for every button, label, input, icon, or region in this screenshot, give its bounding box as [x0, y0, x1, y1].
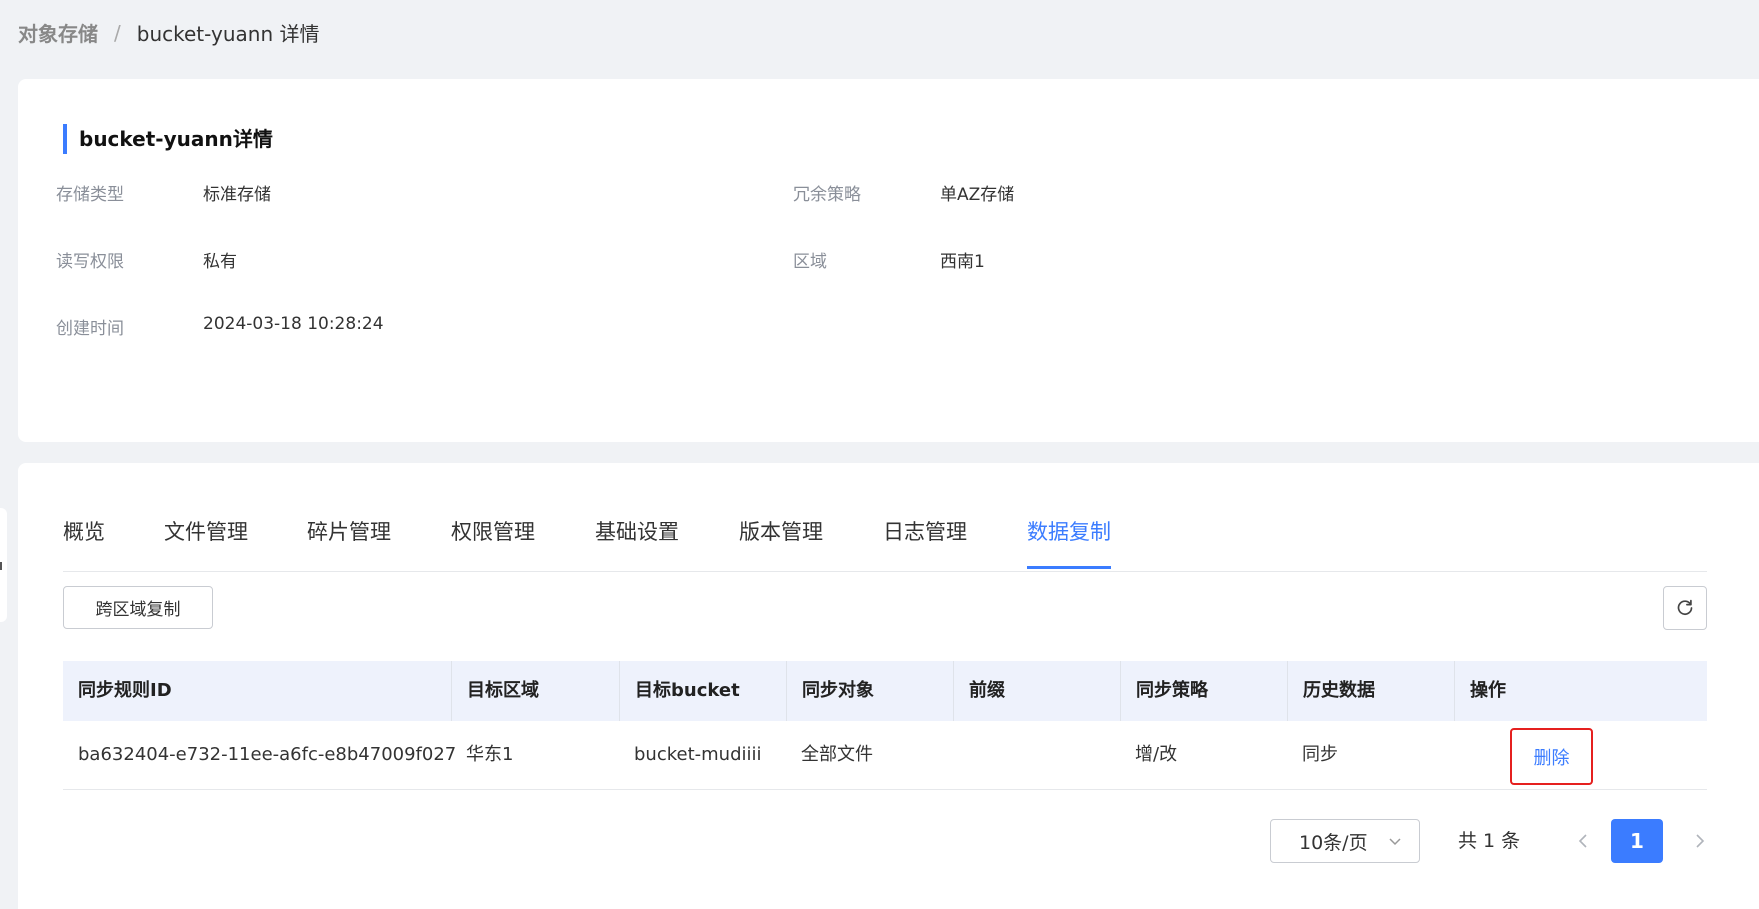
- cell-history-data: 同步: [1302, 744, 1338, 765]
- breadcrumb-object-storage-link[interactable]: 对象存储: [18, 18, 98, 47]
- tab-data-replication[interactable]: 数据复制: [1027, 517, 1111, 569]
- created-time-value: 2024-03-18 10:28:24: [203, 314, 384, 334]
- side-collapse-handle[interactable]: [0, 508, 7, 622]
- page-number-current[interactable]: 1: [1611, 819, 1663, 863]
- col-target-bucket: 目标bucket: [619, 661, 786, 721]
- replication-rules-table: 同步规则ID 目标区域 目标bucket 同步对象 前缀 同步策略 历史数据 操…: [63, 661, 1707, 790]
- redundancy-value: 单AZ存储: [940, 185, 1015, 205]
- region-value: 西南1: [940, 252, 985, 272]
- cell-sync-policy: 增/改: [1135, 744, 1178, 765]
- acl-label: 读写权限: [56, 252, 124, 272]
- cell-prefix: [953, 721, 968, 789]
- tab-overview[interactable]: 概览: [63, 517, 105, 569]
- cell-target-bucket: bucket-mudiiii: [634, 744, 762, 765]
- col-actions: 操作: [1454, 661, 1707, 721]
- acl-value: 私有: [203, 252, 237, 272]
- tab-file-management[interactable]: 文件管理: [164, 517, 248, 569]
- page-size-select[interactable]: 10条/页: [1270, 819, 1420, 863]
- prev-page-icon[interactable]: [1573, 831, 1593, 851]
- bucket-detail-card: bucket-yuann详情 存储类型 标准存储 冗余策略 单AZ存储 读写权限…: [18, 79, 1759, 442]
- tab-version-management[interactable]: 版本管理: [739, 517, 823, 569]
- replication-card: 概览 文件管理 碎片管理 权限管理 基础设置 版本管理 日志管理 数据复制 跨区…: [18, 463, 1759, 909]
- col-target-region: 目标区域: [451, 661, 619, 721]
- redundancy-label: 冗余策略: [793, 185, 861, 205]
- total-count: 共 1 条: [1458, 830, 1521, 852]
- table-row: ba632404-e732-11ee-a6fc-e8b47009f027 华东1…: [63, 721, 1707, 790]
- next-page-icon[interactable]: [1690, 831, 1710, 851]
- breadcrumb-separator: /: [114, 20, 121, 45]
- breadcrumb: 对象存储 / bucket-yuann 详情: [18, 18, 319, 47]
- region-label: 区域: [793, 252, 827, 272]
- col-history-data: 历史数据: [1287, 661, 1454, 721]
- col-rule-id: 同步规则ID: [78, 680, 172, 701]
- col-sync-object: 同步对象: [786, 661, 953, 721]
- col-prefix: 前缀: [953, 661, 1120, 721]
- cell-rule-id: ba632404-e732-11ee-a6fc-e8b47009f027: [78, 744, 457, 765]
- chevron-down-icon: [1389, 838, 1401, 846]
- breadcrumb-current: bucket-yuann 详情: [136, 22, 320, 46]
- tab-fragment-management[interactable]: 碎片管理: [307, 517, 391, 569]
- tab-log-management[interactable]: 日志管理: [883, 517, 967, 569]
- pagination: 10条/页 共 1 条 1: [18, 819, 1759, 865]
- refresh-icon: [1677, 599, 1693, 616]
- col-sync-policy: 同步策略: [1120, 661, 1287, 721]
- storage-type-label: 存储类型: [56, 185, 124, 205]
- tab-permission-management[interactable]: 权限管理: [451, 517, 535, 569]
- tab-basic-settings[interactable]: 基础设置: [595, 517, 679, 569]
- delete-button[interactable]: 删除: [1534, 744, 1570, 770]
- cell-target-region: 华东1: [466, 744, 514, 765]
- storage-type-value: 标准存储: [203, 185, 271, 205]
- cell-sync-object: 全部文件: [801, 744, 873, 765]
- section-title: bucket-yuann详情: [63, 124, 273, 154]
- tab-bar: 概览 文件管理 碎片管理 权限管理 基础设置 版本管理 日志管理 数据复制: [63, 517, 1707, 572]
- page-size-value: 10条/页: [1299, 831, 1368, 854]
- cross-region-replication-button[interactable]: 跨区域复制: [63, 586, 213, 629]
- table-header: 同步规则ID 目标区域 目标bucket 同步对象 前缀 同步策略 历史数据 操…: [63, 661, 1707, 721]
- refresh-button[interactable]: [1663, 586, 1707, 630]
- delete-highlight-box: 删除: [1510, 728, 1593, 785]
- created-time-label: 创建时间: [56, 319, 124, 339]
